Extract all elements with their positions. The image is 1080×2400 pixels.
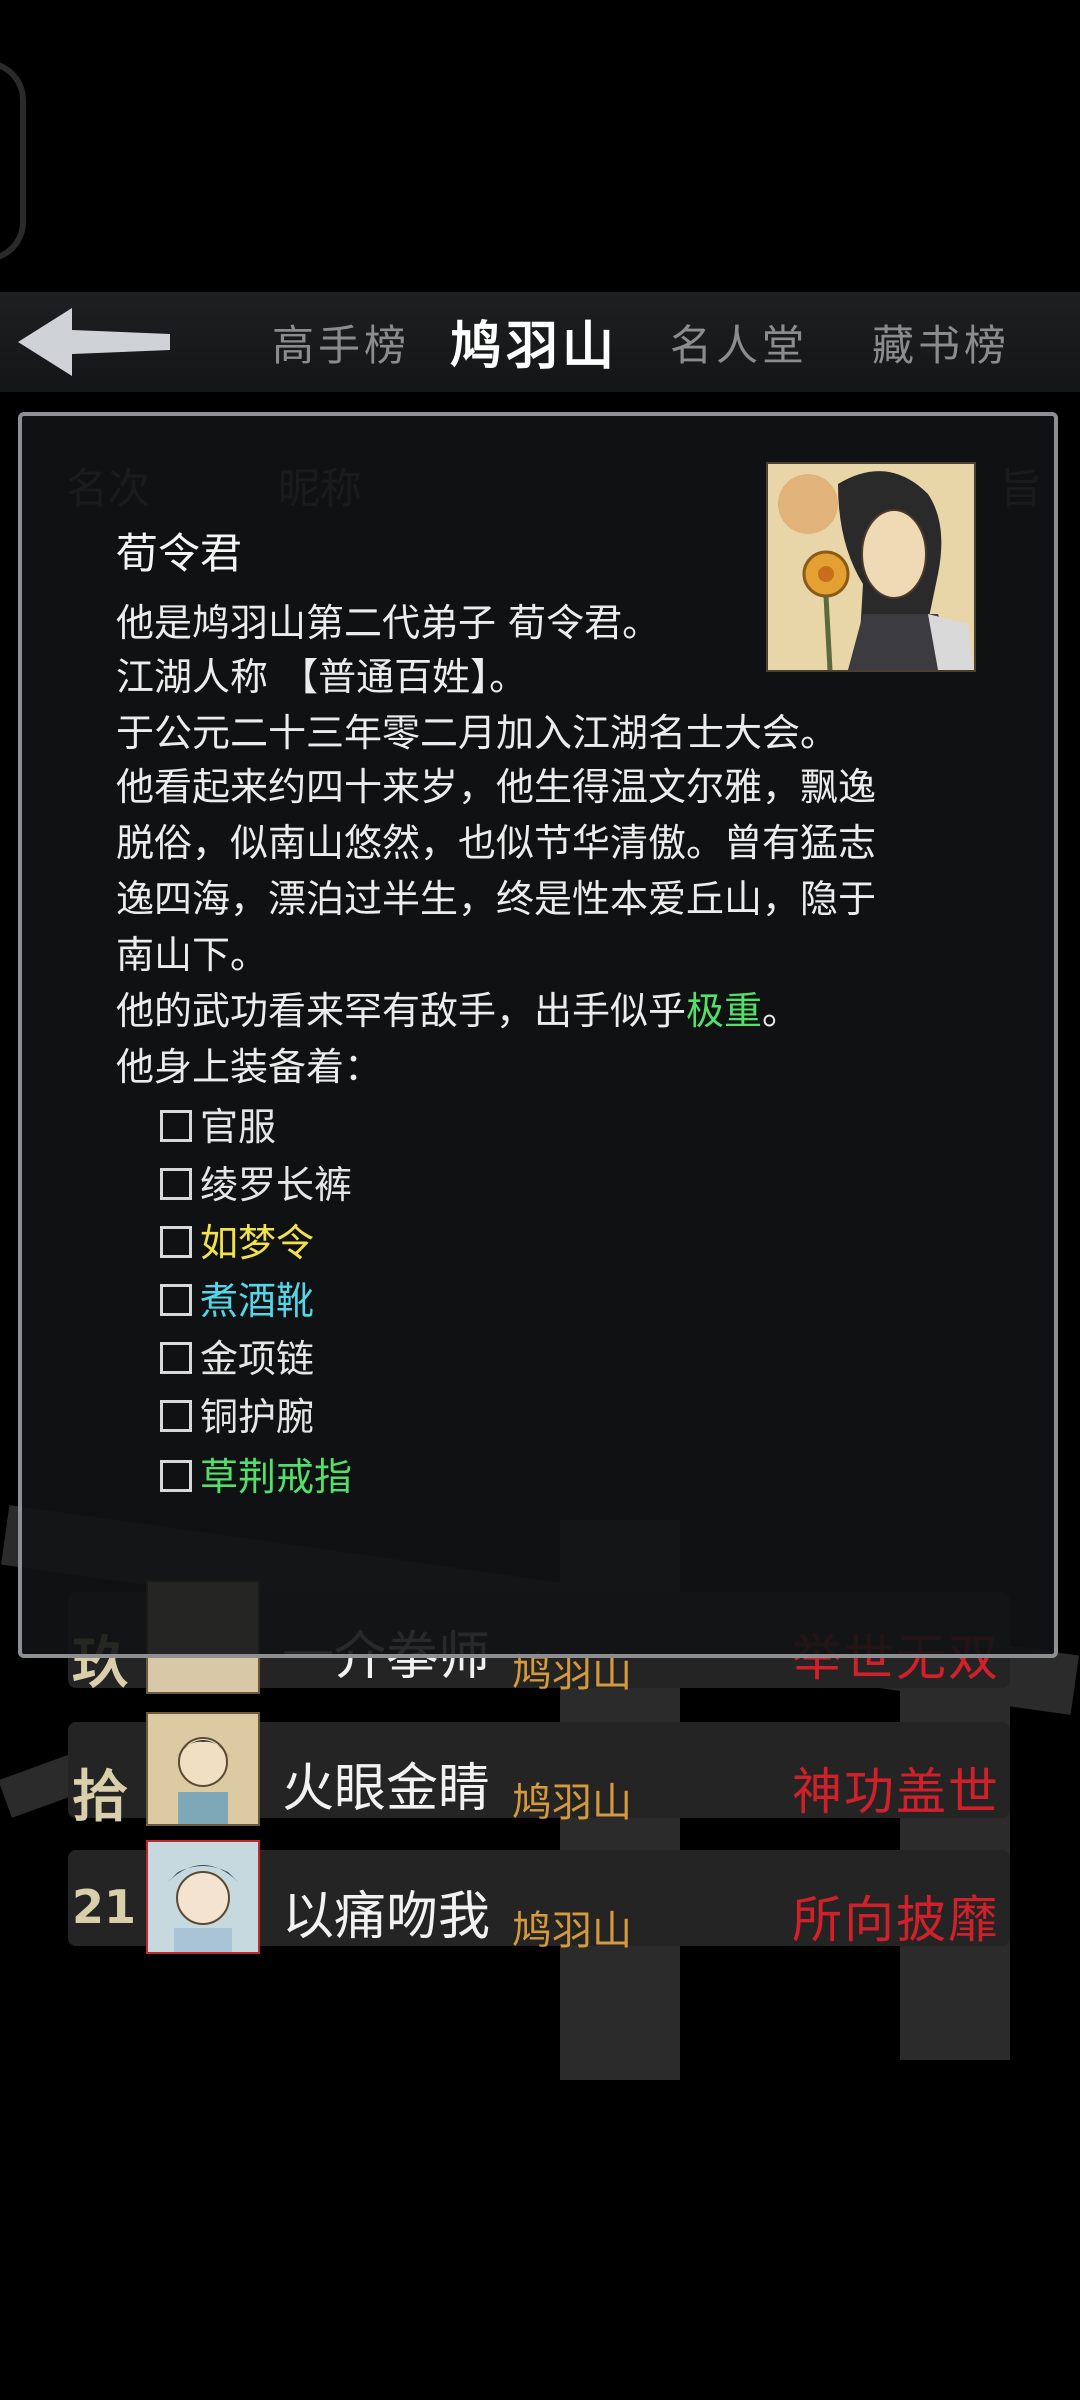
tab-hall-of-fame[interactable]: 名人堂 [670, 312, 808, 373]
top-background [0, 0, 1080, 290]
checkbox-icon [160, 1400, 192, 1432]
equipment-item[interactable]: 草荆戒指 [160, 1446, 352, 1501]
character-portrait [766, 462, 976, 672]
sect-label: 鸠羽山 [512, 1780, 632, 1826]
rank-title: 神功盖世 [792, 1763, 1000, 1821]
rank-label: 拾 [72, 1764, 128, 1830]
equipment-name: 煮酒靴 [200, 1279, 315, 1323]
avatar [146, 1840, 260, 1954]
equipment-item[interactable]: 铜护腕 [160, 1386, 314, 1441]
equipment-item[interactable]: 绫罗长裤 [160, 1154, 352, 1209]
equipment-name: 铜护腕 [200, 1395, 315, 1439]
equipment-item[interactable]: 官服 [160, 1096, 276, 1151]
checkbox-icon [160, 1168, 192, 1200]
martial-prefix: 他的武功看来罕有敌手，出手似乎 [116, 989, 687, 1033]
bio-line: 他是鸠羽山第二代弟子 荀令君。 [116, 601, 661, 645]
sect-label: 鸠羽山 [512, 1908, 632, 1954]
checkbox-icon [160, 1226, 192, 1258]
tab-jiuyushan[interactable]: 鸠羽山 [450, 304, 618, 379]
tab-masters[interactable]: 高手榜 [272, 312, 410, 373]
equipment-item[interactable]: 如梦令 [160, 1212, 314, 1267]
bio-line: 于公元二十三年零二月加入江湖名士大会。 [116, 711, 839, 755]
checkbox-icon [160, 1110, 192, 1142]
player-name: 以痛吻我 [282, 1887, 491, 1947]
rank-label: 21 [72, 1880, 137, 1934]
equipment-item[interactable]: 金项链 [160, 1328, 314, 1383]
avatar [146, 1712, 260, 1826]
checkbox-icon [160, 1460, 192, 1492]
equipment-name: 金项链 [200, 1337, 315, 1381]
bio-line: 南山下。 [116, 933, 269, 977]
tab-book-ranking[interactable]: 藏书榜 [872, 312, 1010, 373]
equipment-name: 官服 [200, 1105, 277, 1149]
bio-line: 他看起来约四十来岁，他生得温文尔雅，飘逸 [116, 765, 877, 809]
equipment-name: 绫罗长裤 [200, 1163, 353, 1207]
martial-line: 他的武功看来罕有敌手，出手似乎极重。 [116, 980, 800, 1035]
equipment-name: 如梦令 [200, 1221, 315, 1265]
decorative-frame [0, 60, 26, 262]
equipment-intro: 他身上装备着： [116, 1045, 383, 1089]
back-arrow-icon[interactable] [12, 302, 172, 382]
martial-suffix: 。 [762, 989, 801, 1033]
equipment-item[interactable]: 煮酒靴 [160, 1270, 314, 1325]
equipment-name: 草荆戒指 [200, 1455, 353, 1499]
character-name: 荀令君 [116, 529, 243, 578]
martial-level: 极重 [686, 989, 763, 1033]
checkbox-icon [160, 1284, 192, 1316]
bio-line: 脱俗，似南山悠然，也似节华清傲。曾有猛志 [116, 821, 877, 865]
player-name: 火眼金睛 [282, 1759, 491, 1819]
checkbox-icon [160, 1342, 192, 1374]
bio-line: 逸四海，漂泊过半生，终是性本爱丘山，隐于 [116, 877, 877, 921]
rank-title: 所向披靡 [792, 1891, 1000, 1949]
bio-line: 江湖人称 【普通百姓】。 [116, 655, 528, 699]
